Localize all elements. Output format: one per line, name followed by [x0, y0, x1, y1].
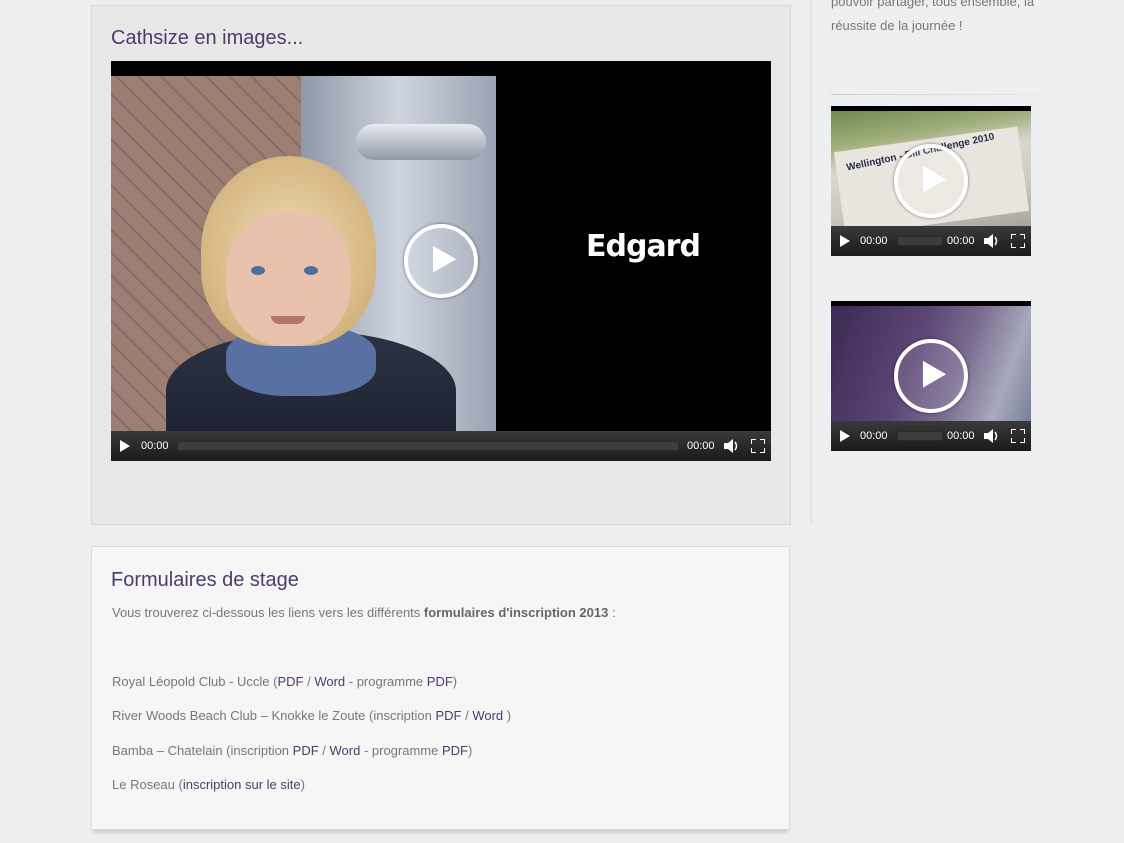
video-controls: 00:00 00:00	[831, 226, 1031, 256]
intro-bold: formulaires d'inscription 2013	[423, 605, 609, 620]
video-panel: Cathsize en images... Edgard 00:00 00:00	[91, 5, 791, 525]
play-icon[interactable]	[839, 235, 851, 247]
progress-bar[interactable]	[897, 236, 943, 246]
play-overlay-icon[interactable]	[404, 224, 478, 298]
word-link[interactable]: Word	[330, 743, 361, 758]
intro-text: Vous trouverez ci-dessous les liens vers…	[112, 605, 424, 620]
duration: 00:00	[947, 430, 975, 442]
site-registration-link[interactable]: inscription sur le site	[183, 777, 301, 792]
volume-icon[interactable]	[724, 439, 740, 453]
form-line-river-woods: River Woods Beach Club – Knokke le Zoute…	[112, 708, 512, 723]
forms-panel: Formulaires de stage Vous trouverez ci-d…	[91, 546, 790, 830]
duration: 00:00	[687, 440, 715, 452]
duration: 00:00	[947, 235, 975, 247]
forms-intro: Vous trouverez ci-dessous les liens vers…	[112, 605, 616, 620]
current-time: 00:00	[860, 430, 888, 442]
thumbnail-video-1[interactable]: Wellington - Bill Challenge 2010 00:00 0…	[831, 106, 1031, 256]
volume-icon[interactable]	[984, 234, 1000, 248]
video-section-title: Cathsize en images...	[111, 27, 304, 49]
pdf-link[interactable]: PDF	[293, 743, 319, 758]
fullscreen-icon[interactable]	[751, 439, 765, 453]
progress-bar[interactable]	[177, 441, 679, 451]
pdf-link[interactable]: PDF	[277, 674, 303, 689]
play-overlay-icon[interactable]	[894, 339, 968, 413]
thumbnail-video-2[interactable]: 00:00 00:00	[831, 301, 1031, 451]
sidebar-text: pouvoir partager, tous ensemble, la réus…	[831, 0, 1046, 38]
play-overlay-icon[interactable]	[894, 144, 968, 218]
sidebar-text-line-1: pouvoir partager, tous ensemble, la	[831, 0, 1035, 9]
fullscreen-icon[interactable]	[1011, 234, 1025, 248]
pdf-link[interactable]: PDF	[435, 708, 461, 723]
word-link[interactable]: Word	[314, 674, 345, 689]
volume-icon[interactable]	[984, 429, 1000, 443]
fullscreen-icon[interactable]	[1011, 429, 1025, 443]
form-line-bamba: Bamba – Chatelain (inscription PDF / Wor…	[112, 743, 473, 758]
video-name-overlay: Edgard	[586, 229, 701, 264]
current-time: 00:00	[141, 440, 169, 452]
programme-pdf-link[interactable]: PDF	[442, 743, 468, 758]
intro-end: :	[608, 605, 616, 620]
column-shadow	[810, 0, 814, 525]
play-icon[interactable]	[119, 440, 131, 452]
sidebar-divider	[831, 94, 1041, 95]
video-controls: 00:00 00:00	[111, 431, 771, 461]
video-controls: 00:00 00:00	[831, 421, 1031, 451]
current-time: 00:00	[860, 235, 888, 247]
word-link[interactable]: Word	[472, 708, 503, 723]
programme-pdf-link[interactable]: PDF	[427, 674, 453, 689]
form-line-le-roseau: Le Roseau (inscription sur le site)	[112, 777, 305, 792]
play-icon[interactable]	[839, 430, 851, 442]
main-video-player[interactable]: Edgard 00:00 00:00	[111, 61, 771, 461]
form-line-royal-leopold: Royal Léopold Club - Uccle (PDF / Word -…	[112, 674, 458, 689]
sidebar-text-line-2: réussite de la journée !	[831, 18, 963, 33]
progress-bar[interactable]	[897, 431, 943, 441]
forms-section-title: Formulaires de stage	[111, 569, 299, 591]
